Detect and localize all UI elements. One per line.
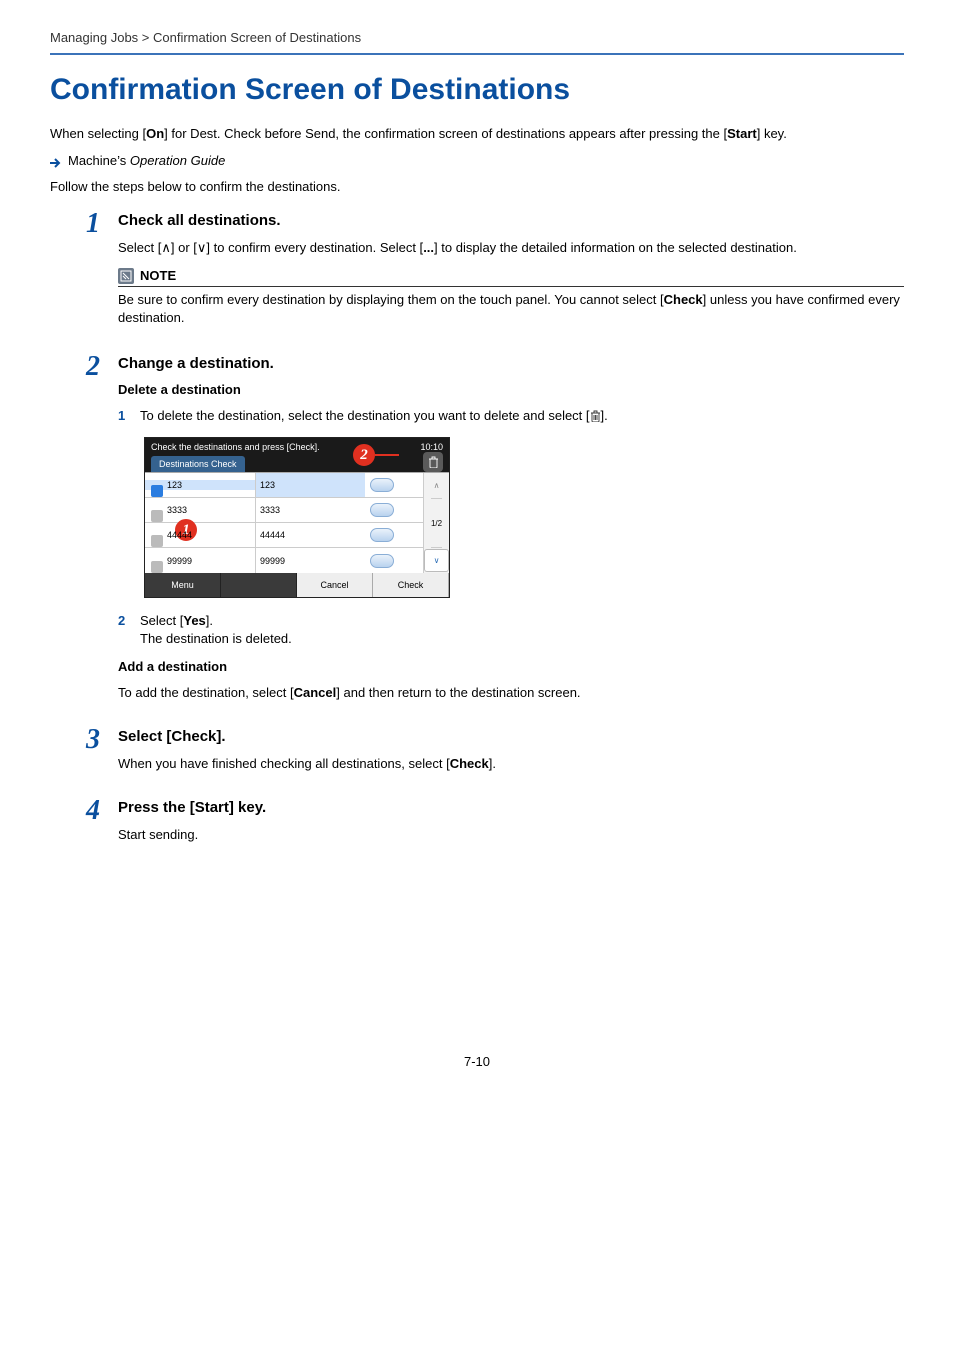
substep-2-result: The destination is deleted.: [140, 631, 292, 646]
spacer-button: [221, 573, 297, 597]
cancel-button[interactable]: Cancel: [297, 573, 373, 597]
details-button[interactable]: [370, 478, 394, 492]
intro-paragraph: When selecting [On] for Dest. Check befo…: [50, 125, 904, 143]
destination-row-1[interactable]: 123 123: [145, 473, 423, 498]
step-1: 1 Check all destinations. Select [∧] or …: [50, 210, 904, 339]
substep-2: 2 Select [Yes]. The destination is delet…: [118, 612, 904, 648]
destination-number: 3333: [255, 498, 365, 522]
step-3-title: Select [Check].: [118, 728, 904, 745]
step-4: 4 Press the [Start] key. Start sending.: [50, 797, 904, 854]
step-3-body: When you have finished checking all dest…: [118, 755, 904, 773]
details-button[interactable]: [370, 554, 394, 568]
menu-button[interactable]: Menu: [145, 573, 221, 597]
step-4-body: Start sending.: [118, 826, 904, 844]
scroll-up-button[interactable]: ∧: [424, 473, 449, 498]
destination-name: 99999: [145, 556, 255, 566]
step-1-body: Select [∧] or [∨] to confirm every desti…: [118, 239, 904, 257]
substep-1-number: 1: [118, 407, 132, 427]
page-number: 7-10: [50, 1054, 904, 1069]
panel-tab[interactable]: Destinations Check: [151, 456, 245, 472]
check-button[interactable]: Check: [373, 573, 449, 597]
breadcrumb: Managing Jobs > Confirmation Screen of D…: [50, 30, 904, 45]
step-number-4: 4: [86, 795, 100, 826]
substep-2-action: Select [Yes].: [140, 613, 213, 628]
note-label: NOTE: [140, 268, 176, 283]
note-icon: [118, 268, 134, 284]
page-title: Confirmation Screen of Destinations: [50, 73, 904, 107]
destination-row-2[interactable]: 3333 3333: [145, 498, 423, 523]
details-button[interactable]: [370, 528, 394, 542]
step-4-title: Press the [Start] key.: [118, 799, 904, 816]
step-number-2: 2: [86, 351, 100, 382]
destination-number: 99999: [255, 548, 365, 573]
panel-trash-button[interactable]: [423, 452, 443, 472]
step-number-1: 1: [86, 208, 100, 239]
step-2: 2 Change a destination. Delete a destina…: [50, 353, 904, 712]
note-box: NOTE Be sure to confirm every destinatio…: [118, 268, 904, 327]
destination-row-3[interactable]: 44444 44444: [145, 523, 423, 548]
lead-paragraph: Follow the steps below to confirm the de…: [50, 178, 904, 196]
step-2-title: Change a destination.: [118, 355, 904, 372]
trash-icon: [590, 409, 601, 427]
destination-name: 44444: [145, 530, 255, 540]
scroll-down-button[interactable]: ∨: [424, 549, 449, 572]
panel-instruction: Check the destinations and press [Check]…: [151, 442, 320, 452]
destination-row-4[interactable]: 99999 99999: [145, 548, 423, 573]
note-body: Be sure to confirm every destination by …: [118, 291, 904, 327]
destination-number: 44444: [255, 523, 365, 547]
substep-1-text: To delete the destination, select the de…: [140, 407, 904, 427]
substep-1: 1 To delete the destination, select the …: [118, 407, 904, 427]
substep-2-number: 2: [118, 612, 132, 648]
panel-time: 10:10: [420, 442, 443, 452]
add-destination-heading: Add a destination: [118, 659, 904, 674]
details-button[interactable]: [370, 503, 394, 517]
cross-reference-text: Machine’s Operation Guide: [68, 153, 225, 168]
delete-destination-heading: Delete a destination: [118, 382, 904, 397]
destination-number: 123: [255, 473, 365, 497]
add-destination-text: To add the destination, select [Cancel] …: [118, 684, 904, 702]
cross-reference[interactable]: Machine’s Operation Guide: [50, 153, 904, 168]
step-number-3: 3: [86, 724, 100, 755]
divider-top: [50, 53, 904, 55]
step-1-title: Check all destinations.: [118, 212, 904, 229]
destination-name: 3333: [145, 505, 255, 515]
arrow-icon: [50, 156, 62, 166]
destination-name: 123: [145, 480, 255, 490]
note-divider: [118, 286, 904, 287]
step-3: 3 Select [Check]. When you have finished…: [50, 726, 904, 783]
touch-panel: 2 Check the destinations and press [Chec…: [144, 437, 450, 598]
page-indicator: 1/2: [431, 498, 442, 548]
